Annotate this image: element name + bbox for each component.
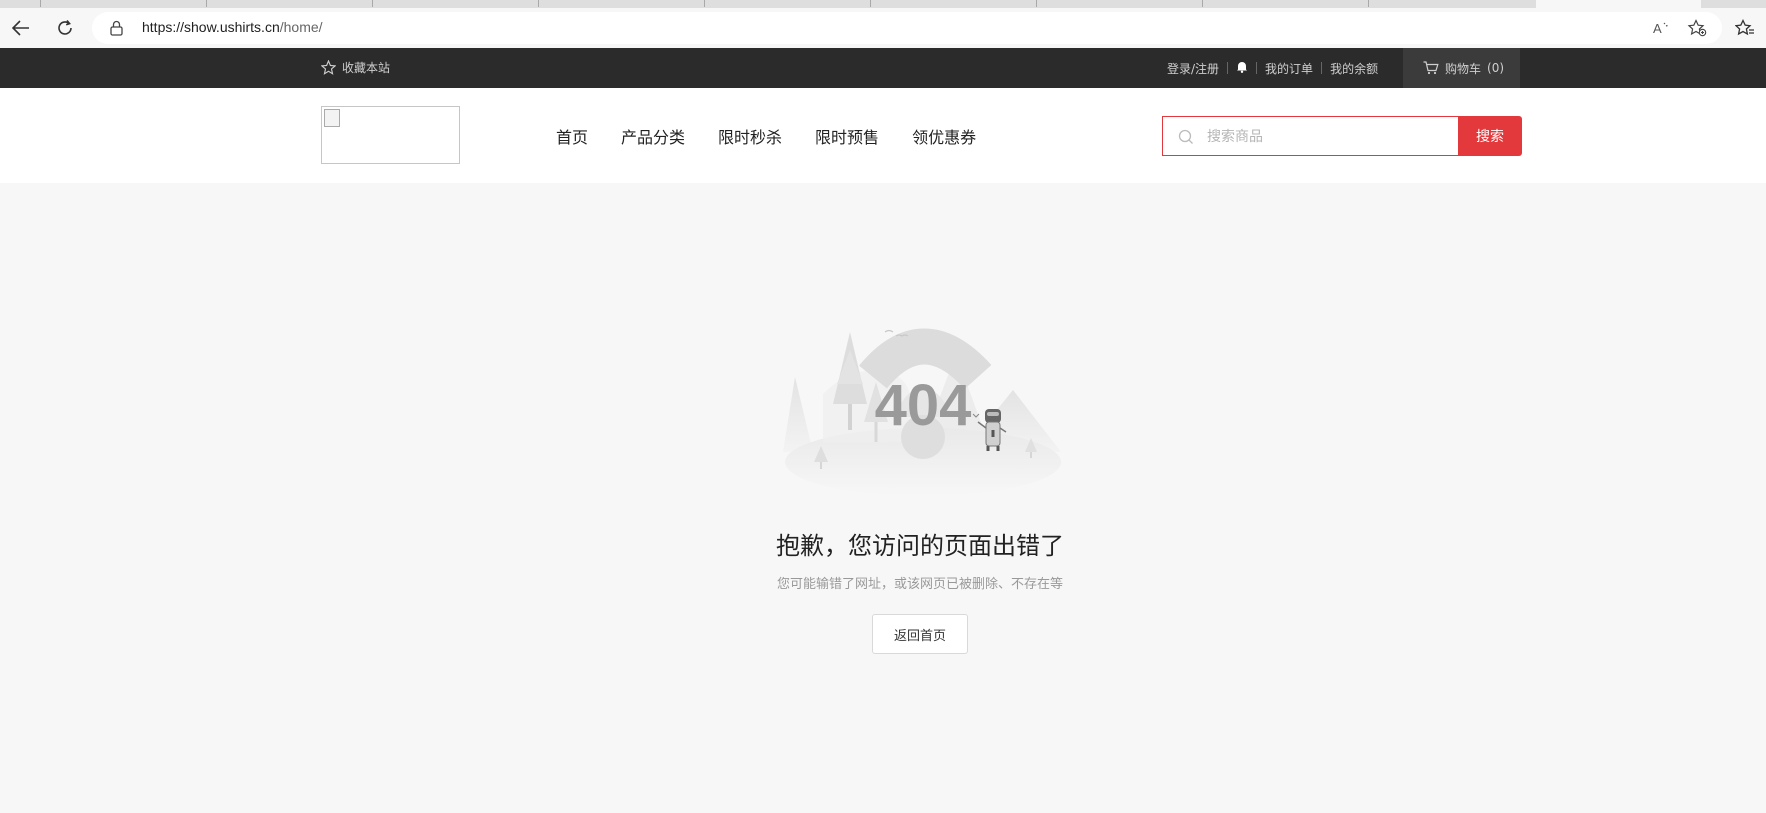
cart-button[interactable]: 购物车 (0) [1403,48,1520,88]
my-orders-link[interactable]: 我的订单 [1265,60,1313,77]
search-input[interactable] [1207,126,1447,148]
error-title: 抱歉，您访问的页面出错了 [776,532,1064,560]
error-subtitle: 您可能输错了网址，或该网页已被删除、不存在等 [776,577,1063,592]
bookmark-site-label: 收藏本站 [342,61,391,75]
site-top-bar: 收藏本站 登录/注册 我的订单 我的余额 购物车 (0) [0,48,1766,88]
divider [1321,62,1323,74]
url-path: /home/ [279,19,323,35]
star-icon [321,60,336,75]
svg-text:A: A [1653,21,1662,36]
lock-icon[interactable] [110,20,123,40]
tab-separator [1036,0,1037,7]
error-code: 404 [875,373,972,438]
search-box [1162,116,1459,156]
nav-item-home[interactable]: 首页 [556,124,588,148]
tab-separator [1202,0,1203,7]
refresh-icon[interactable] [54,17,76,39]
login-register-link[interactable]: 登录/注册 [1167,60,1219,77]
search-button[interactable]: 搜索 [1458,116,1522,156]
back-to-home-button[interactable]: 返回首页 [872,614,968,654]
active-tab[interactable] [1536,0,1701,8]
favorites-icon[interactable] [1734,17,1756,39]
bookmark-site-link[interactable]: 收藏本站 [321,59,390,76]
back-arrow-icon[interactable] [10,17,32,39]
tab-separator [40,0,41,7]
read-aloud-icon[interactable]: A [1650,17,1672,39]
browser-tab-strip [0,0,1766,8]
nav-item-coupons[interactable]: 领优惠券 [912,124,976,148]
nav-item-presale[interactable]: 限时预售 [815,124,879,148]
cart-count: (0) [1487,61,1505,75]
404-illustration: 404 [783,328,1061,496]
site-logo-broken-image[interactable] [321,106,460,164]
main-nav: 首页 产品分类 限时秒杀 限时预售 领优惠券 [556,124,976,148]
divider [1227,62,1229,74]
site-header: 首页 产品分类 限时秒杀 限时预售 领优惠券 搜索 [0,88,1766,183]
tab-separator [206,0,207,7]
my-balance-link[interactable]: 我的余额 [1330,60,1378,77]
tab-separator [870,0,871,7]
url-text[interactable]: https://show.ushirts.cn/home/ [142,19,323,35]
address-bar[interactable]: https://show.ushirts.cn/home/ A [92,12,1722,44]
url-host: https://show.ushirts.cn [142,19,280,35]
tab-separator [704,0,705,7]
search-icon [1178,129,1193,144]
cart-label: 购物车 [1445,61,1482,76]
nav-item-categories[interactable]: 产品分类 [621,124,685,148]
search-bar: 搜索 [1162,116,1522,156]
tab-separator [1368,0,1369,7]
tab-separator [372,0,373,7]
cart-icon [1423,61,1439,75]
bell-icon[interactable] [1236,60,1248,76]
nav-item-flash-sale[interactable]: 限时秒杀 [718,124,782,148]
divider [1256,62,1258,74]
tab-separator [538,0,539,7]
top-links: 登录/注册 我的订单 我的余额 [1167,48,1378,88]
add-favorite-icon[interactable] [1686,17,1708,39]
browser-toolbar: https://show.ushirts.cn/home/ A [0,8,1766,48]
